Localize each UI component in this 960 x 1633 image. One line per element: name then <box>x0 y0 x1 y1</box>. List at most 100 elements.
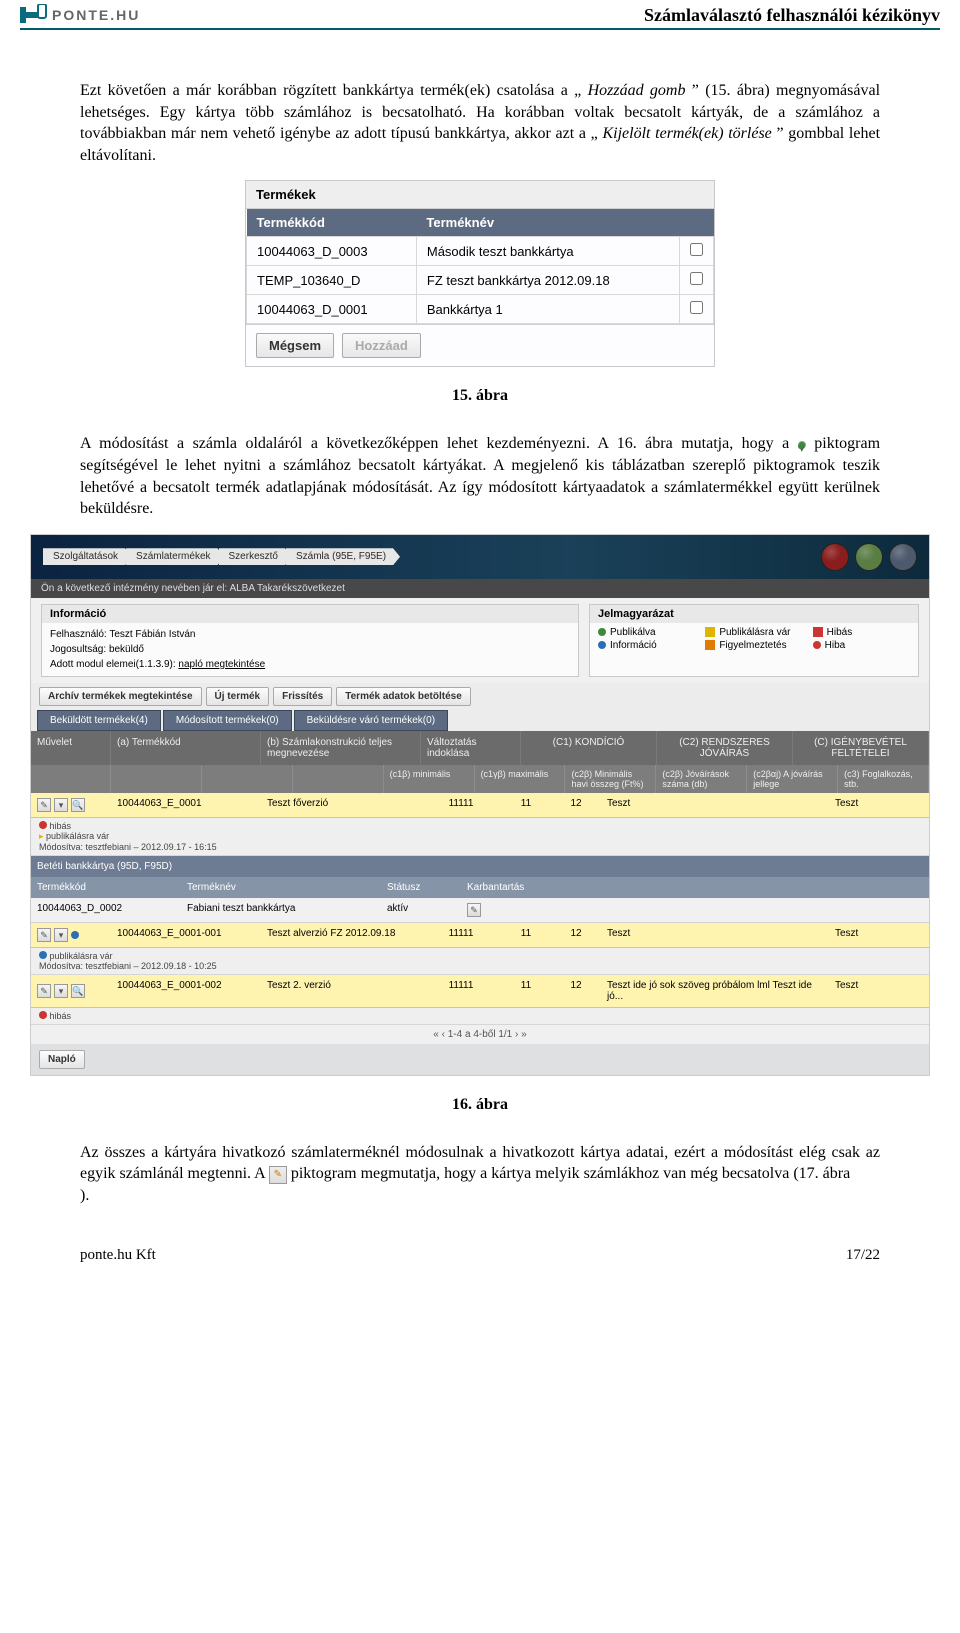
col-name: Terméknév <box>416 209 679 237</box>
add-button[interactable]: Hozzáad <box>342 333 421 358</box>
product-row[interactable]: ✎ ▾ 🔍 10044063_E_0001 Teszt főverzió 111… <box>31 793 929 818</box>
ic: Terméknév <box>181 877 381 898</box>
search-icon[interactable]: 🔍 <box>71 798 85 812</box>
refresh-button[interactable]: Frissítés <box>273 687 332 706</box>
edit-icon[interactable]: ✎ <box>37 928 51 942</box>
cell-n2: 12 <box>551 793 601 817</box>
gh-g3: (C) IGÉNYBEVÉTEL FELTÉTELEI <box>793 731 929 765</box>
status-note: Módosítva: tesztfebiani – 2012.09.18 - 1… <box>39 961 217 971</box>
info-module-label: Adott modul elemei(1.1.3.9): <box>50 659 176 670</box>
expand-icon[interactable]: ▾ <box>54 798 68 812</box>
cell-t2: Teszt <box>829 793 929 817</box>
info-box: Információ Felhasználó: Teszt Fábián Ist… <box>41 604 579 677</box>
cell-n2: 12 <box>551 975 601 1007</box>
edit-icon[interactable]: ✎ <box>467 903 481 917</box>
cell-t2: Teszt <box>829 923 929 947</box>
legend-label: Hiba <box>825 640 846 651</box>
gh-g2: (C2) RENDSZERES JÓVÁÍRÁS <box>657 731 793 765</box>
edit-icon[interactable]: ✎ <box>37 798 51 812</box>
legend-label: Hibás <box>827 627 853 638</box>
cell-t2: Teszt <box>829 975 929 1007</box>
table-row[interactable]: 10044063_D_0003 Második teszt bankkártya <box>247 237 714 266</box>
inner-header: Betéti bankkártya (95D, F95D) <box>31 856 929 877</box>
breadcrumb: Szolgáltatások Számlatermékek Szerkesztő… <box>43 548 394 565</box>
legend-label: Publikálva <box>610 627 656 638</box>
expand-icon[interactable]: ▾ <box>54 984 68 998</box>
product-row[interactable]: ✎ ▾ 10044063_E_0001-001 Teszt alverzió F… <box>31 923 929 948</box>
gh-g1: (C1) KONDÍCIÓ <box>521 731 657 765</box>
legend-item: Publikálva <box>598 627 695 638</box>
load-data-button[interactable]: Termék adatok betöltése <box>336 687 471 706</box>
ic: Karbantartás <box>461 877 929 898</box>
pager[interactable]: « ‹ 1-4 a 4-ből 1/1 › » <box>31 1025 929 1044</box>
cell: Fabiani teszt bankkártya <box>181 898 381 922</box>
gh2: (c2βαj) A jóváírás jellege <box>747 765 838 793</box>
product-row[interactable]: ✎ ▾ 🔍 10044063_E_0001-002 Teszt 2. verzi… <box>31 975 929 1008</box>
products-table: Termékkód Terméknév 10044063_D_0003 Máso… <box>246 209 714 324</box>
gh-a: (a) Termékkód <box>111 731 261 765</box>
edit-icon[interactable]: ✎ <box>37 984 51 998</box>
row-checkbox[interactable] <box>690 272 703 285</box>
status-dot-icon <box>39 1011 47 1019</box>
institution-banner: Ön a következő intézmény nevében jár el:… <box>31 579 929 598</box>
cell-n1: 11 <box>501 975 551 1007</box>
breadcrumb-item[interactable]: Szerkesztő <box>219 548 292 565</box>
pager-text: 1-4 a 4-ből 1/1 <box>448 1029 513 1040</box>
logo-icon <box>20 4 48 26</box>
tab-submitted[interactable]: Beküldött termékek(4) <box>37 710 161 731</box>
info-user-label: Felhasználó: <box>50 629 107 640</box>
page-footer: ponte.hu Kft 17/22 <box>80 1247 880 1264</box>
legend-item: Hiba <box>813 640 910 651</box>
gh-b: (b) Számlakonstrukció teljes megnevezése <box>261 731 421 765</box>
row-checkbox[interactable] <box>690 301 703 314</box>
cell: 10044063_D_0002 <box>31 898 181 922</box>
header-badges <box>821 543 917 571</box>
cell-n1: 11 <box>501 793 551 817</box>
cell-name: Második teszt bankkártya <box>416 237 679 266</box>
log-button[interactable]: Napló <box>39 1050 85 1069</box>
cell-n1: 11 <box>501 923 551 947</box>
cell-v: 11111 <box>421 923 501 947</box>
tab-modified[interactable]: Módosított termékek(0) <box>163 710 292 731</box>
cell-name: Teszt 2. verzió <box>261 975 421 1007</box>
info-user: Teszt Fábián István <box>109 629 195 640</box>
row-checkbox[interactable] <box>690 243 703 256</box>
log-link[interactable]: napló megtekintése <box>178 659 265 670</box>
badge-icon[interactable] <box>855 543 883 571</box>
products-panel: Termékek Termékkód Terméknév 10044063_D_… <box>245 180 715 367</box>
info-role: beküldő <box>109 644 144 655</box>
breadcrumb-item[interactable]: Számlatermékek <box>126 548 224 565</box>
row-status: hibás ▸ publikálásra vár Módosítva: tesz… <box>31 818 929 856</box>
cell-name: FZ teszt bankkártya 2012.09.18 <box>416 266 679 295</box>
cell-name: Teszt alverzió FZ 2012.09.18 <box>261 923 421 947</box>
logo-text: PONTE.HU <box>52 7 140 23</box>
table-row[interactable]: TEMP_103640_D FZ teszt bankkártya 2012.0… <box>247 266 714 295</box>
info-dot-icon <box>71 931 79 939</box>
badge-icon[interactable] <box>821 543 849 571</box>
p1-a: Ezt követően a már korábban rögzített ba… <box>80 82 581 99</box>
gh-valt: Változtatás indoklása <box>421 731 521 765</box>
tab-pending[interactable]: Beküldésre váró termékek(0) <box>294 710 448 731</box>
gh-muvelet: Művelet <box>31 731 111 765</box>
cell-code: 10044063_D_0003 <box>247 237 417 266</box>
cell: aktív <box>381 898 461 922</box>
badge-icon[interactable] <box>889 543 917 571</box>
p3-b: piktogram megmutatja, hogy a kártya mely… <box>291 1165 850 1182</box>
breadcrumb-item[interactable]: Szolgáltatások <box>43 548 132 565</box>
legend-label: Publikálásra vár <box>719 627 790 638</box>
expand-icon[interactable]: ▾ <box>54 928 68 942</box>
p1-italic1: Hozzáad gomb <box>588 82 686 99</box>
new-product-button[interactable]: Új termék <box>206 687 270 706</box>
breadcrumb-item[interactable]: Számla (95E, F95E) <box>286 548 400 565</box>
cancel-button[interactable]: Mégsem <box>256 333 334 358</box>
status-dot-icon <box>39 821 47 829</box>
table-row[interactable]: 10044063_D_0001 Bankkártya 1 <box>247 295 714 324</box>
col-check <box>680 209 714 237</box>
cell-code: TEMP_103640_D <box>247 266 417 295</box>
grid-header: Művelet (a) Termékkód (b) Számlakonstruk… <box>31 731 929 765</box>
archive-button[interactable]: Archív termékek megtekintése <box>39 687 202 706</box>
search-icon[interactable]: 🔍 <box>71 984 85 998</box>
footer-right: 17/22 <box>846 1247 880 1264</box>
ic: Termékkód <box>31 877 181 898</box>
inner-row[interactable]: 10044063_D_0002 Fabiani teszt bankkártya… <box>31 898 929 923</box>
